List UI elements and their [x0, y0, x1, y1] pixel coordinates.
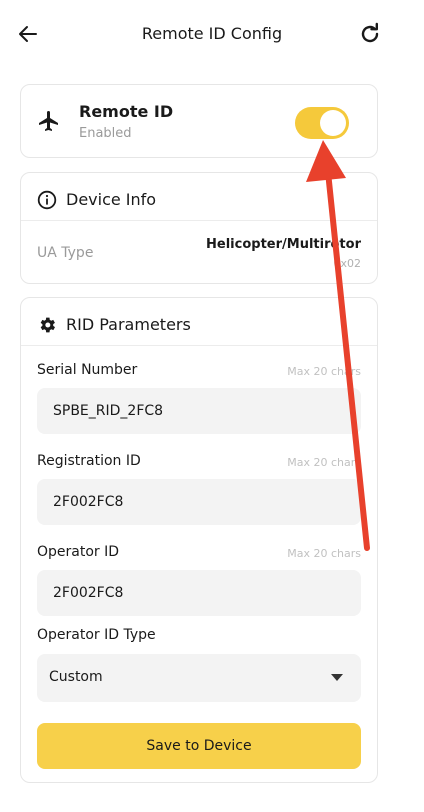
remote-id-card: Remote ID Enabled [20, 84, 378, 158]
rid-parameters-title: RID Parameters [66, 315, 191, 334]
device-info-header: Device Info [21, 173, 377, 221]
save-to-device-button[interactable]: Save to Device [37, 723, 361, 769]
toggle-knob [320, 110, 346, 136]
registration-id-label: Registration ID [37, 453, 141, 469]
airplane-icon [39, 111, 58, 131]
serial-number-label: Serial Number [37, 362, 138, 378]
ua-type-value: Helicopter/Multirotor [206, 237, 361, 252]
top-bar: Remote ID Config [0, 0, 424, 70]
serial-number-input[interactable] [37, 388, 361, 434]
remote-id-toggle[interactable] [295, 107, 349, 139]
ua-type-code: 0x02 [333, 257, 361, 270]
operator-id-input[interactable] [37, 570, 361, 616]
operator-id-type-select[interactable]: Custom [37, 654, 361, 702]
ua-type-label: UA Type [37, 245, 94, 261]
remote-id-title: Remote ID [79, 102, 174, 121]
rid-parameters-card: RID Parameters Serial Number Max 20 char… [20, 297, 378, 783]
info-icon [37, 190, 57, 210]
operator-id-type-value: Custom [49, 669, 103, 685]
refresh-icon[interactable] [358, 22, 382, 46]
chevron-down-icon [331, 674, 343, 681]
rid-parameters-header: RID Parameters [21, 298, 377, 346]
device-info-card: Device Info UA Type Helicopter/Multiroto… [20, 172, 378, 284]
registration-id-hint: Max 20 chars [287, 456, 361, 469]
serial-number-hint: Max 20 chars [287, 365, 361, 378]
operator-id-label: Operator ID [37, 544, 120, 560]
gear-icon [40, 317, 55, 333]
remote-id-status: Enabled [79, 126, 132, 141]
registration-id-input[interactable] [37, 479, 361, 525]
operator-id-hint: Max 20 chars [287, 547, 361, 560]
device-info-title: Device Info [66, 190, 157, 209]
operator-id-type-label: Operator ID Type [37, 627, 156, 643]
